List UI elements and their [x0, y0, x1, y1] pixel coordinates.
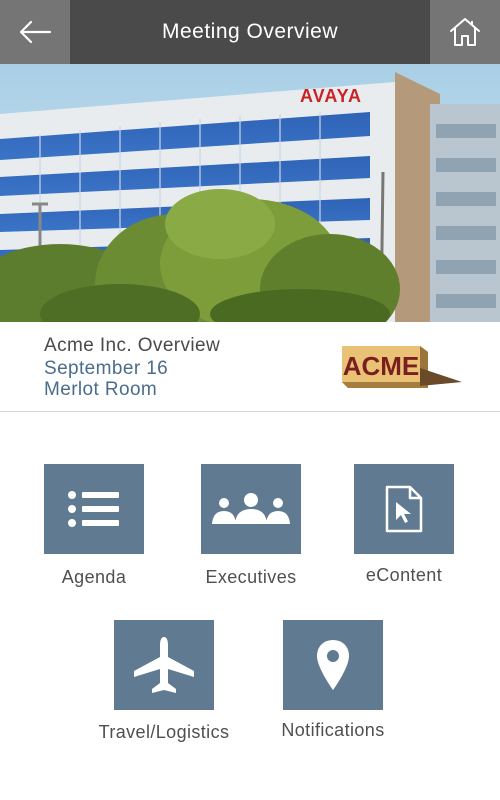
list-icon [68, 491, 119, 527]
top-bar: Meeting Overview [0, 0, 500, 64]
hero-building-image: AVAYA [0, 64, 500, 322]
meeting-name: Acme Inc. Overview [44, 335, 221, 356]
executives-label: Executives [205, 567, 297, 587]
agenda-label: Agenda [61, 567, 127, 587]
executives-button[interactable] [201, 464, 301, 554]
meeting-room: Merlot Room [44, 379, 158, 400]
map-pin-icon [317, 640, 349, 690]
document-cursor-icon [385, 485, 423, 533]
acme-logo: ACME [342, 346, 462, 388]
agenda-button[interactable] [44, 464, 144, 554]
building-photo: AVAYA [0, 64, 500, 322]
notifications-button[interactable] [283, 620, 383, 710]
home-icon [450, 18, 480, 46]
people-group-icon [212, 493, 290, 524]
econtent-button[interactable] [354, 464, 454, 554]
page-title: Meeting Overview [161, 20, 339, 43]
notifications-label: Notifications [281, 720, 385, 740]
meeting-date: September 16 [44, 358, 169, 379]
travel-logistics-button[interactable] [114, 620, 214, 710]
travel-logistics-label: Travel/Logistics [98, 722, 230, 742]
back-arrow-icon [19, 20, 52, 44]
econtent-label: eContent [365, 565, 443, 585]
airplane-icon [134, 637, 194, 693]
acme-logo-text: ACME [343, 351, 420, 381]
back-button[interactable] [0, 0, 70, 64]
building-sign: AVAYA [300, 86, 362, 106]
home-button[interactable] [430, 0, 500, 64]
